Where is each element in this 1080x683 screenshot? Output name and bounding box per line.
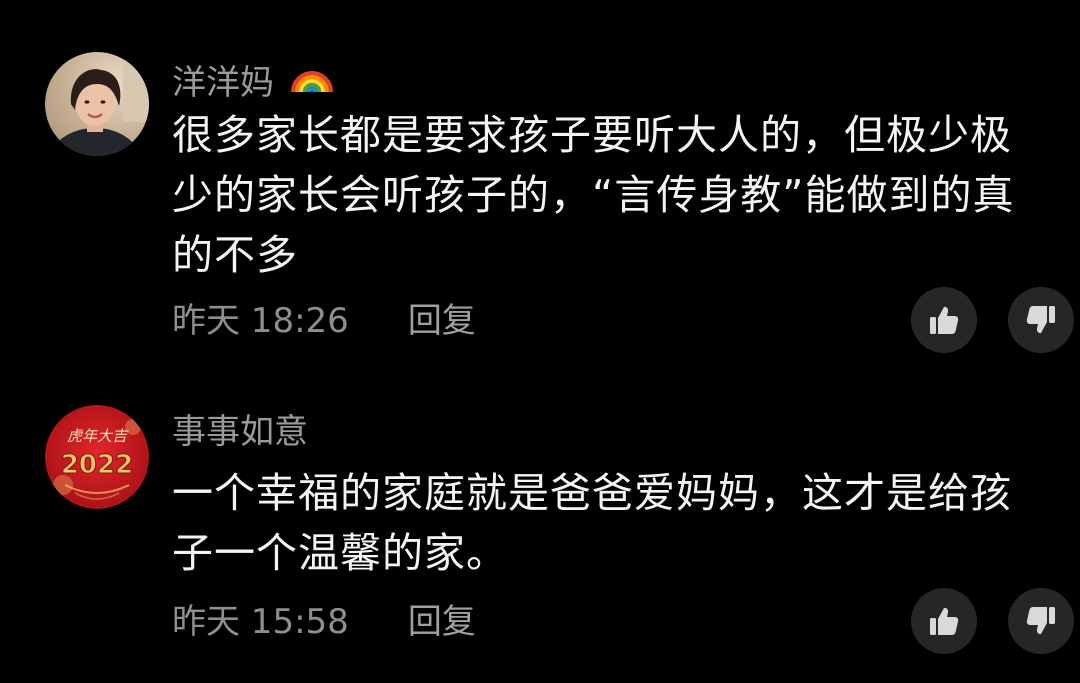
new-year-avatar: 虎年大吉 2022 bbox=[45, 405, 149, 509]
like-button[interactable] bbox=[911, 287, 977, 353]
dislike-button[interactable] bbox=[1008, 287, 1074, 353]
comment-item: 洋洋妈 很多家长都是要求孩子要听大人的，但极少极 少的家长会听孩子的，“言传身教… bbox=[0, 0, 1080, 370]
reply-button[interactable]: 回复 bbox=[408, 597, 476, 647]
username[interactable]: 事事如意 bbox=[172, 410, 308, 454]
comment-meta: 昨天 18:26 回复 bbox=[172, 296, 476, 346]
comment-item: 虎年大吉 2022 事事如意 一个幸福的家庭就是爸爸爱妈妈，这才是给孩 子一个温… bbox=[0, 370, 1080, 683]
reply-button[interactable]: 回复 bbox=[408, 296, 476, 346]
comment-meta: 昨天 15:58 回复 bbox=[172, 597, 476, 647]
username[interactable]: 洋洋妈 bbox=[172, 52, 335, 109]
thumbs-down-icon bbox=[1026, 607, 1055, 635]
dislike-button[interactable] bbox=[1008, 588, 1074, 654]
like-button[interactable] bbox=[911, 588, 977, 654]
username-text: 洋洋妈 bbox=[172, 63, 274, 103]
comment-body: 很多家长都是要求孩子要听大人的，但极少极 少的家长会听孩子的，“言传身教”能做到… bbox=[172, 105, 1052, 285]
comment-line: 很多家长都是要求孩子要听大人的，但极少极 bbox=[172, 111, 1012, 159]
rainbow-icon bbox=[289, 52, 335, 109]
avatar[interactable] bbox=[45, 52, 149, 156]
avatar[interactable]: 虎年大吉 2022 bbox=[45, 405, 149, 509]
comment-line: 少的家长会听孩子的，“言传身教”能做到的真 bbox=[172, 171, 1015, 219]
avatar-greeting: 虎年大吉 bbox=[67, 427, 129, 445]
comment-line: 子一个温馨的家。 bbox=[172, 529, 508, 577]
thumbs-up-icon bbox=[930, 306, 959, 334]
comment-line: 的不多 bbox=[172, 231, 298, 279]
timestamp: 昨天 15:58 bbox=[172, 602, 349, 642]
avatar-photo bbox=[45, 52, 149, 156]
timestamp: 昨天 18:26 bbox=[172, 301, 349, 341]
comment-body: 一个幸福的家庭就是爸爸爱妈妈，这才是给孩 子一个温馨的家。 bbox=[172, 463, 1052, 583]
avatar-year: 2022 bbox=[61, 450, 133, 480]
comment-line: 一个幸福的家庭就是爸爸爱妈妈，这才是给孩 bbox=[172, 469, 1012, 517]
username-text: 事事如意 bbox=[172, 412, 308, 452]
thumbs-up-icon bbox=[930, 607, 959, 635]
thumbs-down-icon bbox=[1026, 306, 1055, 334]
